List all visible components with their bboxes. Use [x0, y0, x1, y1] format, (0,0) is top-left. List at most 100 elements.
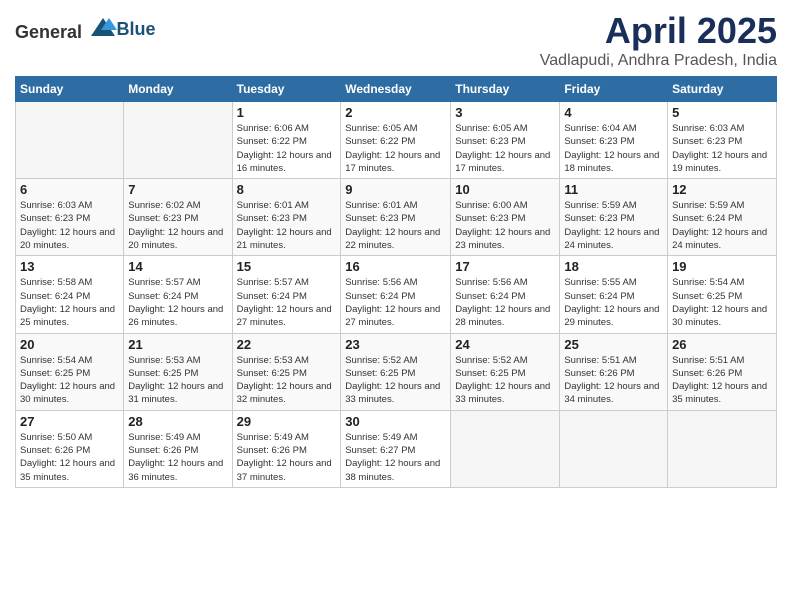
day-info: Sunrise: 5:49 AM Sunset: 6:27 PM Dayligh…	[345, 431, 446, 484]
day-cell: 20 Sunrise: 5:54 AM Sunset: 6:25 PM Dayli…	[16, 333, 124, 410]
day-info: Sunrise: 6:01 AM Sunset: 6:23 PM Dayligh…	[345, 199, 446, 252]
day-info: Sunrise: 6:04 AM Sunset: 6:23 PM Dayligh…	[564, 122, 663, 175]
day-info: Sunrise: 5:52 AM Sunset: 6:25 PM Dayligh…	[455, 354, 555, 407]
day-number: 21	[128, 337, 227, 352]
day-number: 27	[20, 414, 119, 429]
day-info: Sunrise: 5:51 AM Sunset: 6:26 PM Dayligh…	[672, 354, 772, 407]
day-info: Sunrise: 5:53 AM Sunset: 6:25 PM Dayligh…	[128, 354, 227, 407]
day-number: 9	[345, 182, 446, 197]
day-cell	[668, 410, 777, 487]
day-info: Sunrise: 6:03 AM Sunset: 6:23 PM Dayligh…	[20, 199, 119, 252]
week-row-0: 1Sunrise: 6:06 AM Sunset: 6:22 PM Daylig…	[16, 102, 777, 179]
day-info: Sunrise: 6:00 AM Sunset: 6:23 PM Dayligh…	[455, 199, 555, 252]
day-cell: 11 Sunrise: 5:59 AM Sunset: 6:23 PM Dayli…	[560, 179, 668, 256]
day-cell: 30 Sunrise: 5:49 AM Sunset: 6:27 PM Dayli…	[341, 410, 451, 487]
day-info: Sunrise: 5:52 AM Sunset: 6:25 PM Dayligh…	[345, 354, 446, 407]
header-friday: Friday	[560, 77, 668, 102]
day-info: Sunrise: 6:05 AM Sunset: 6:22 PM Dayligh…	[345, 122, 446, 175]
day-cell: 12Sunrise: 5:59 AM Sunset: 6:24 PM Dayli…	[668, 179, 777, 256]
day-cell	[124, 102, 232, 179]
day-number: 30	[345, 414, 446, 429]
day-cell: 13 Sunrise: 5:58 AM Sunset: 6:24 PM Dayli…	[16, 256, 124, 333]
header-wednesday: Wednesday	[341, 77, 451, 102]
day-number: 29	[237, 414, 337, 429]
day-info: Sunrise: 6:03 AM Sunset: 6:23 PM Dayligh…	[672, 122, 772, 175]
day-cell	[560, 410, 668, 487]
day-number: 17	[455, 259, 555, 274]
logo-blue: Blue	[117, 19, 156, 39]
day-info: Sunrise: 5:50 AM Sunset: 6:26 PM Dayligh…	[20, 431, 119, 484]
day-cell: 9 Sunrise: 6:01 AM Sunset: 6:23 PM Daylig…	[341, 179, 451, 256]
day-cell: 23 Sunrise: 5:52 AM Sunset: 6:25 PM Dayli…	[341, 333, 451, 410]
header-monday: Monday	[124, 77, 232, 102]
day-number: 2	[345, 105, 446, 120]
day-info: Sunrise: 5:55 AM Sunset: 6:24 PM Dayligh…	[564, 276, 663, 329]
day-info: Sunrise: 5:58 AM Sunset: 6:24 PM Dayligh…	[20, 276, 119, 329]
day-cell: 8 Sunrise: 6:01 AM Sunset: 6:23 PM Daylig…	[232, 179, 341, 256]
day-number: 19	[672, 259, 772, 274]
day-cell: 25 Sunrise: 5:51 AM Sunset: 6:26 PM Dayli…	[560, 333, 668, 410]
header-sunday: Sunday	[16, 77, 124, 102]
day-cell: 29Sunrise: 5:49 AM Sunset: 6:26 PM Dayli…	[232, 410, 341, 487]
day-cell: 26 Sunrise: 5:51 AM Sunset: 6:26 PM Dayli…	[668, 333, 777, 410]
day-cell: 22Sunrise: 5:53 AM Sunset: 6:25 PM Dayli…	[232, 333, 341, 410]
day-cell: 6 Sunrise: 6:03 AM Sunset: 6:23 PM Daylig…	[16, 179, 124, 256]
logo: General Blue	[15, 16, 156, 43]
day-cell: 3Sunrise: 6:05 AM Sunset: 6:23 PM Daylig…	[451, 102, 560, 179]
day-info: Sunrise: 6:06 AM Sunset: 6:22 PM Dayligh…	[237, 122, 337, 175]
title-area: April 2025 Vadlapudi, Andhra Pradesh, In…	[540, 10, 777, 70]
logo-general: General	[15, 22, 82, 42]
day-number: 18	[564, 259, 663, 274]
day-number: 15	[237, 259, 337, 274]
day-cell: 4Sunrise: 6:04 AM Sunset: 6:23 PM Daylig…	[560, 102, 668, 179]
calendar-table: SundayMondayTuesdayWednesdayThursdayFrid…	[15, 76, 777, 488]
day-cell: 14 Sunrise: 5:57 AM Sunset: 6:24 PM Dayli…	[124, 256, 232, 333]
page-header: General Blue April 2025 Vadlapudi, Andhr…	[15, 10, 777, 70]
day-number: 26	[672, 337, 772, 352]
day-info: Sunrise: 5:56 AM Sunset: 6:24 PM Dayligh…	[345, 276, 446, 329]
week-row-1: 6 Sunrise: 6:03 AM Sunset: 6:23 PM Daylig…	[16, 179, 777, 256]
day-number: 25	[564, 337, 663, 352]
day-number: 20	[20, 337, 119, 352]
day-number: 16	[345, 259, 446, 274]
header-tuesday: Tuesday	[232, 77, 341, 102]
week-row-2: 13 Sunrise: 5:58 AM Sunset: 6:24 PM Dayli…	[16, 256, 777, 333]
day-info: Sunrise: 5:49 AM Sunset: 6:26 PM Dayligh…	[128, 431, 227, 484]
day-info: Sunrise: 5:57 AM Sunset: 6:24 PM Dayligh…	[128, 276, 227, 329]
day-number: 7	[128, 182, 227, 197]
day-cell: 5 Sunrise: 6:03 AM Sunset: 6:23 PM Daylig…	[668, 102, 777, 179]
day-number: 23	[345, 337, 446, 352]
day-cell: 21 Sunrise: 5:53 AM Sunset: 6:25 PM Dayli…	[124, 333, 232, 410]
header-saturday: Saturday	[668, 77, 777, 102]
day-cell: 17Sunrise: 5:56 AM Sunset: 6:24 PM Dayli…	[451, 256, 560, 333]
day-number: 14	[128, 259, 227, 274]
day-cell: 24Sunrise: 5:52 AM Sunset: 6:25 PM Dayli…	[451, 333, 560, 410]
day-number: 3	[455, 105, 555, 120]
day-number: 5	[672, 105, 772, 120]
day-info: Sunrise: 5:59 AM Sunset: 6:23 PM Dayligh…	[564, 199, 663, 252]
day-info: Sunrise: 6:01 AM Sunset: 6:23 PM Dayligh…	[237, 199, 337, 252]
day-number: 13	[20, 259, 119, 274]
week-row-4: 27 Sunrise: 5:50 AM Sunset: 6:26 PM Dayli…	[16, 410, 777, 487]
day-cell: 1Sunrise: 6:06 AM Sunset: 6:22 PM Daylig…	[232, 102, 341, 179]
calendar-header-row: SundayMondayTuesdayWednesdayThursdayFrid…	[16, 77, 777, 102]
day-number: 28	[128, 414, 227, 429]
logo-icon	[89, 16, 117, 38]
week-row-3: 20 Sunrise: 5:54 AM Sunset: 6:25 PM Dayli…	[16, 333, 777, 410]
day-cell: 7Sunrise: 6:02 AM Sunset: 6:23 PM Daylig…	[124, 179, 232, 256]
day-cell: 2 Sunrise: 6:05 AM Sunset: 6:22 PM Daylig…	[341, 102, 451, 179]
day-cell: 15Sunrise: 5:57 AM Sunset: 6:24 PM Dayli…	[232, 256, 341, 333]
day-number: 22	[237, 337, 337, 352]
day-cell	[16, 102, 124, 179]
day-number: 10	[455, 182, 555, 197]
day-info: Sunrise: 5:54 AM Sunset: 6:25 PM Dayligh…	[20, 354, 119, 407]
day-cell: 19 Sunrise: 5:54 AM Sunset: 6:25 PM Dayli…	[668, 256, 777, 333]
day-info: Sunrise: 5:54 AM Sunset: 6:25 PM Dayligh…	[672, 276, 772, 329]
day-cell: 16 Sunrise: 5:56 AM Sunset: 6:24 PM Dayli…	[341, 256, 451, 333]
day-number: 11	[564, 182, 663, 197]
location-title: Vadlapudi, Andhra Pradesh, India	[540, 52, 777, 70]
day-number: 8	[237, 182, 337, 197]
day-number: 6	[20, 182, 119, 197]
day-cell: 28 Sunrise: 5:49 AM Sunset: 6:26 PM Dayli…	[124, 410, 232, 487]
day-info: Sunrise: 5:51 AM Sunset: 6:26 PM Dayligh…	[564, 354, 663, 407]
